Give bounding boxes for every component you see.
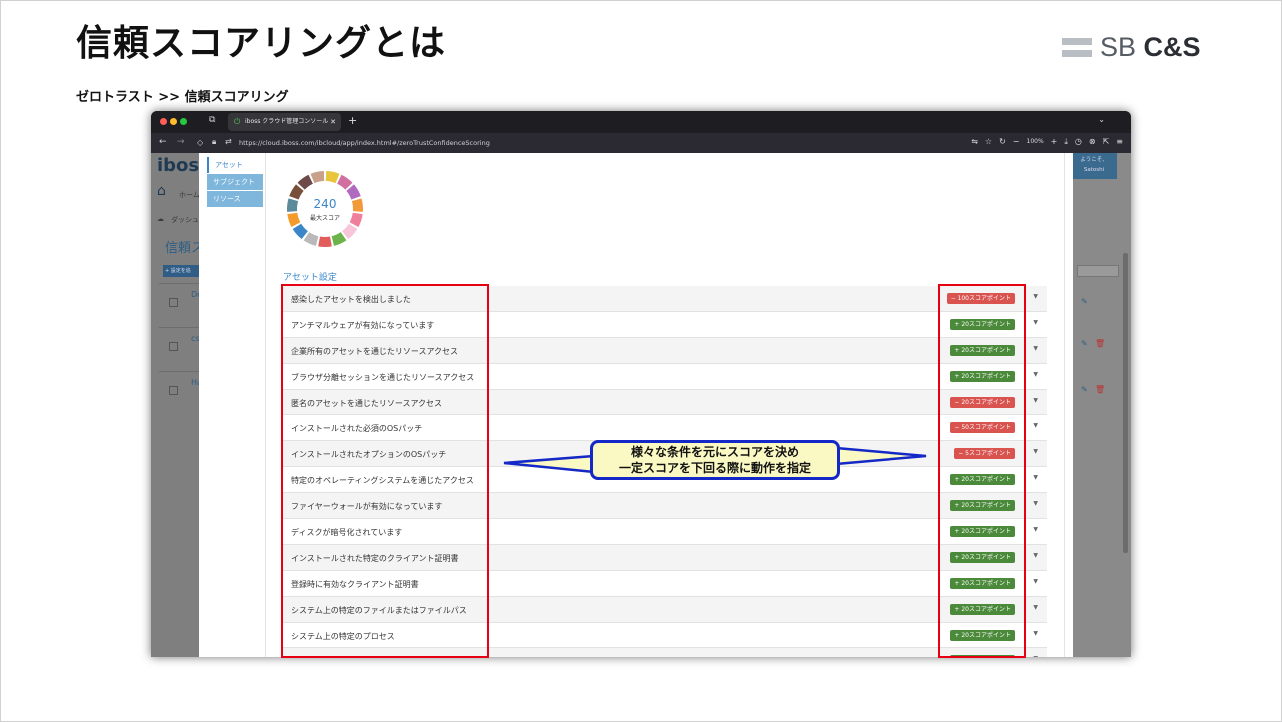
donut-segment [337, 174, 353, 190]
history-icon[interactable]: ◷ [1075, 137, 1082, 147]
forward-icon[interactable]: → [177, 137, 185, 147]
subnav-item-resource[interactable]: リソース [207, 191, 263, 207]
breadcrumb: ゼロトラスト >> 信頼スコアリング [76, 90, 289, 105]
score-highlight-box [938, 284, 1026, 658]
expand-chevron-icon[interactable]: ▼ [1033, 655, 1038, 657]
bg-dashboard-label: ダッシュ [171, 216, 199, 224]
expand-chevron-icon[interactable]: ▼ [1033, 397, 1038, 404]
page-scrollbar[interactable] [1123, 253, 1128, 553]
expand-chevron-icon[interactable]: ▼ [1033, 319, 1038, 326]
logo-text: SB C&S [1100, 32, 1201, 63]
reload-icon[interactable]: ↻ [999, 137, 1006, 147]
callout-line-2: 一定スコアを下回る際に動作を指定 [618, 461, 811, 475]
bg-row-checkbox[interactable] [169, 386, 178, 395]
modal-subnav: アセット サブジェクト リソース [207, 157, 263, 208]
donut-segment [297, 174, 313, 190]
expand-chevron-icon[interactable]: ▼ [1033, 604, 1038, 611]
donut-segment [331, 232, 347, 246]
donut-segment [318, 236, 332, 247]
bookmark-star-icon[interactable]: ☆ [985, 137, 992, 147]
modal-edge [1064, 153, 1065, 657]
zoom-out-icon[interactable]: − [1013, 137, 1020, 147]
bg-home-label: ホーム [179, 191, 200, 199]
logo-bars-icon [1062, 38, 1092, 57]
tab-list-chevron-icon[interactable]: ⌄ [1098, 115, 1105, 124]
download-icon[interactable]: ⤓ [1064, 137, 1068, 147]
bg-search-input[interactable] [1077, 265, 1119, 277]
expand-chevron-icon[interactable]: ▼ [1033, 500, 1038, 507]
company-logo: SB C&S [1062, 32, 1201, 63]
bg-row-checkbox[interactable] [169, 342, 178, 351]
callout-box: 様々な条件を元にスコアを決め 一定スコアを下回る際に動作を指定 [590, 440, 840, 480]
expand-chevron-icon[interactable]: ▼ [1033, 293, 1038, 300]
bg-row-checkbox[interactable] [169, 298, 178, 307]
back-icon[interactable]: ← [159, 137, 167, 147]
permissions-icon[interactable]: ⇄ [225, 137, 232, 146]
expand-chevron-icon[interactable]: ▼ [1033, 526, 1038, 533]
expand-chevron-icon[interactable]: ▼ [1033, 552, 1038, 559]
donut-segment [325, 171, 340, 184]
donut-segment [292, 223, 308, 240]
cloud-icon: ☁ [157, 215, 164, 223]
donut-segment [342, 223, 358, 240]
delete-icon[interactable]: 🗑︎ [1095, 385, 1105, 394]
lock-icon[interactable]: 🔒︎ [212, 137, 216, 147]
welcome-user[interactable]: ようこそ、Satoshi [1071, 153, 1117, 179]
menu-icon[interactable]: ≡ [1116, 137, 1123, 147]
expand-chevron-icon[interactable]: ▼ [1033, 422, 1038, 429]
expand-chevron-icon[interactable]: ▼ [1033, 578, 1038, 585]
section-title: アセット設定 [283, 273, 337, 283]
toolbar-icons: ⇋ ☆ ↻ − 100% + ⤓ ◷ ⊗ ⇱ ≡ [971, 137, 1123, 147]
browser-tab-active[interactable]: ⏻ iboss クラウド管理コンソール ✕ [228, 113, 341, 131]
donut-segment [303, 232, 319, 246]
bg-logo: ibos [157, 155, 200, 176]
extension-icon[interactable]: ⊗ [1089, 137, 1096, 147]
max-score-donut: 240 最大スコア [283, 167, 367, 251]
delete-icon[interactable]: 🗑︎ [1095, 339, 1105, 348]
expand-chevron-icon[interactable]: ▼ [1033, 474, 1038, 481]
bg-row: De [159, 283, 202, 318]
expand-chevron-icon[interactable]: ▼ [1033, 448, 1038, 455]
edit-icon[interactable]: ✎ [1081, 385, 1088, 394]
subnav-item-asset[interactable]: アセット [207, 157, 263, 173]
shield-icon[interactable]: ◇ [197, 138, 203, 147]
translate-icon[interactable]: ⇋ [971, 137, 978, 147]
browser-tabbar: ⧉ ⏻ iboss クラウド管理コンソール ✕ + ⌄ [151, 111, 1131, 133]
donut-segment [310, 171, 325, 184]
bg-add-button[interactable]: + 設定を追 [163, 265, 203, 277]
max-score-label: 最大スコア [309, 215, 340, 222]
slide-title: 信頼スコアリングとは [76, 23, 447, 64]
bg-row: Ha [159, 371, 202, 406]
zoom-in-icon[interactable]: + [1051, 137, 1058, 147]
bg-row: cs [159, 327, 200, 362]
callout-line-1: 様々な条件を元にスコアを決め [630, 445, 799, 459]
share-icon[interactable]: ⇱ [1103, 137, 1110, 147]
expand-chevron-icon[interactable]: ▼ [1033, 371, 1038, 378]
edit-icon[interactable]: ✎ [1081, 339, 1088, 348]
tab-title: iboss クラウド管理コンソール [245, 118, 329, 125]
logo-bold-text: C&S [1143, 32, 1201, 62]
max-score-value: 240 [313, 197, 337, 211]
expand-chevron-icon[interactable]: ▼ [1033, 630, 1038, 637]
label-highlight-box [281, 284, 489, 658]
minimize-window-icon[interactable] [170, 118, 177, 125]
maximize-window-icon[interactable] [180, 118, 187, 125]
url-field[interactable]: https://cloud.iboss.com/ibcloud/app/inde… [239, 139, 490, 147]
tab-close-icon[interactable]: ✕ [330, 113, 336, 131]
navigation-toolbar: ← → ◇ 🔒︎ ⇄ https://cloud.iboss.com/ibclo… [151, 133, 1131, 153]
edit-icon[interactable]: ✎ [1081, 297, 1088, 306]
new-tab-button[interactable]: + [348, 114, 357, 127]
subnav-item-subject[interactable]: サブジェクト [207, 174, 263, 190]
zoom-level: 100% [1026, 138, 1044, 145]
tab-favicon-icon: ⏻ [234, 117, 241, 126]
home-icon[interactable]: ⌂ [157, 183, 166, 199]
subnav-divider [265, 153, 266, 657]
tab-overview-icon[interactable]: ⧉ [209, 115, 215, 125]
expand-chevron-icon[interactable]: ▼ [1033, 345, 1038, 352]
logo-light-text: SB [1100, 32, 1144, 62]
close-window-icon[interactable] [160, 118, 167, 125]
